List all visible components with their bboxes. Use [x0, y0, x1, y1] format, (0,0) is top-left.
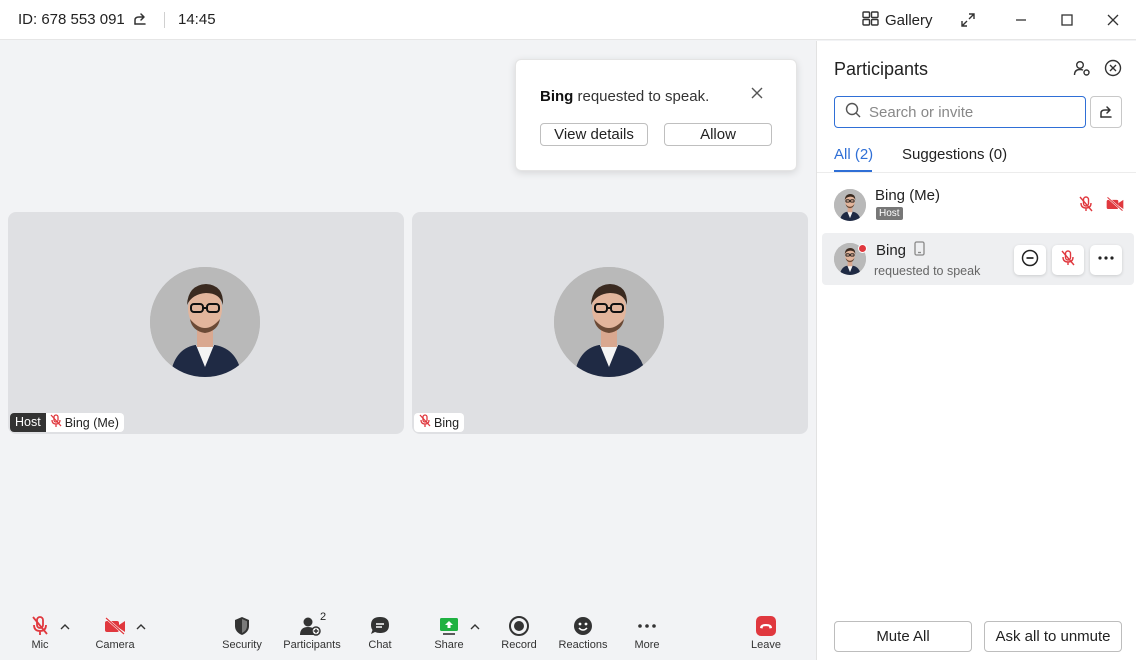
- name-tag: Host Bing (Me): [10, 413, 124, 432]
- invite-share-button[interactable]: [1090, 96, 1122, 128]
- participant-row-self[interactable]: Bing (Me) Host: [822, 179, 1134, 231]
- search-input[interactable]: [869, 103, 1069, 121]
- speak-request-toast: Bing requested to speak. View details Al…: [515, 59, 797, 171]
- participant-row-requester[interactable]: Bing requested to speak: [822, 233, 1134, 285]
- fullscreen-icon[interactable]: [958, 10, 978, 30]
- more-button[interactable]: More: [612, 615, 682, 651]
- close-icon[interactable]: [750, 86, 768, 104]
- avatar: [150, 267, 260, 377]
- search-box[interactable]: [834, 96, 1086, 128]
- gallery-label: Gallery: [885, 11, 933, 29]
- mic-off-icon: [30, 615, 50, 637]
- tile-name: Bing: [434, 415, 460, 430]
- share-options-chevron-icon[interactable]: [469, 620, 481, 632]
- participants-button[interactable]: 2 Participants: [277, 611, 347, 651]
- ask-all-unmute-button[interactable]: Ask all to unmute: [984, 621, 1122, 652]
- smile-icon: [572, 615, 594, 637]
- more-dots-icon: [636, 615, 658, 637]
- participant-status: requested to speak: [874, 264, 981, 278]
- tab-suggestions[interactable]: Suggestions (0): [902, 146, 1007, 163]
- muted-mic-icon: [1059, 249, 1077, 272]
- more-options-button[interactable]: [1090, 245, 1122, 275]
- meeting-id: ID: 678 553 091: [18, 11, 125, 28]
- meeting-time: 14:45: [178, 11, 216, 28]
- participants-icon: 2: [299, 611, 326, 637]
- participants-panel: Participants All (2) Suggestions (0): [816, 41, 1136, 660]
- mic-options-chevron-icon[interactable]: [59, 620, 71, 632]
- participant-name: Bing (Me): [875, 187, 941, 204]
- minimize-icon[interactable]: [1011, 10, 1031, 30]
- reactions-button[interactable]: Reactions: [548, 615, 618, 651]
- divider: [164, 12, 165, 28]
- manage-participants-icon[interactable]: [1073, 59, 1093, 79]
- maximize-icon[interactable]: [1057, 10, 1077, 30]
- mute-all-button[interactable]: Mute All: [834, 621, 972, 652]
- panel-title: Participants: [834, 59, 929, 79]
- tile-name: Bing (Me): [64, 415, 119, 430]
- search-icon: [845, 102, 861, 123]
- grid-icon: [862, 10, 879, 30]
- mobile-device-icon: [914, 241, 925, 260]
- chat-button[interactable]: Chat: [345, 615, 415, 651]
- camera-options-chevron-icon[interactable]: [135, 620, 147, 632]
- participant-name: Bing: [876, 241, 925, 260]
- remove-circle-icon: [1021, 249, 1039, 272]
- divider: [817, 172, 1136, 173]
- video-tile-self[interactable]: Host Bing (Me): [8, 212, 404, 434]
- title-bar: ID: 678 553 091 14:45 Gallery: [0, 0, 1136, 40]
- muted-mic-icon: [49, 414, 63, 431]
- video-tile-participant[interactable]: Bing: [412, 212, 808, 434]
- avatar: [554, 267, 664, 377]
- shield-icon: [232, 615, 252, 637]
- notification-dot: [858, 244, 867, 253]
- muted-mic-icon: [418, 414, 432, 431]
- host-badge: Host: [10, 413, 46, 432]
- record-button[interactable]: Record: [484, 615, 554, 651]
- record-icon: [508, 615, 530, 637]
- share-meeting-icon[interactable]: [132, 11, 150, 29]
- close-window-icon[interactable]: [1103, 10, 1123, 30]
- camera-off-icon: [103, 615, 127, 637]
- chat-icon: [369, 615, 391, 637]
- host-badge: Host: [876, 207, 903, 220]
- avatar: [834, 189, 866, 221]
- muted-mic-icon[interactable]: [1077, 195, 1097, 215]
- toast-message: Bing requested to speak.: [540, 88, 710, 105]
- hangup-icon: [755, 615, 777, 637]
- lower-hand-button[interactable]: [1014, 245, 1046, 275]
- close-panel-icon[interactable]: [1104, 59, 1124, 79]
- security-button[interactable]: Security: [207, 615, 277, 651]
- gallery-view-button[interactable]: Gallery: [862, 9, 933, 31]
- unmute-button[interactable]: [1052, 245, 1084, 275]
- view-details-button[interactable]: View details: [540, 123, 648, 146]
- allow-button[interactable]: Allow: [664, 123, 772, 146]
- tab-all[interactable]: All (2): [834, 146, 873, 163]
- participants-count: 2: [320, 611, 327, 623]
- leave-button[interactable]: Leave: [731, 615, 801, 651]
- more-dots-icon: [1097, 249, 1115, 272]
- share-screen-icon: [438, 615, 460, 637]
- camera-off-icon[interactable]: [1105, 195, 1125, 215]
- name-tag: Bing: [414, 413, 465, 432]
